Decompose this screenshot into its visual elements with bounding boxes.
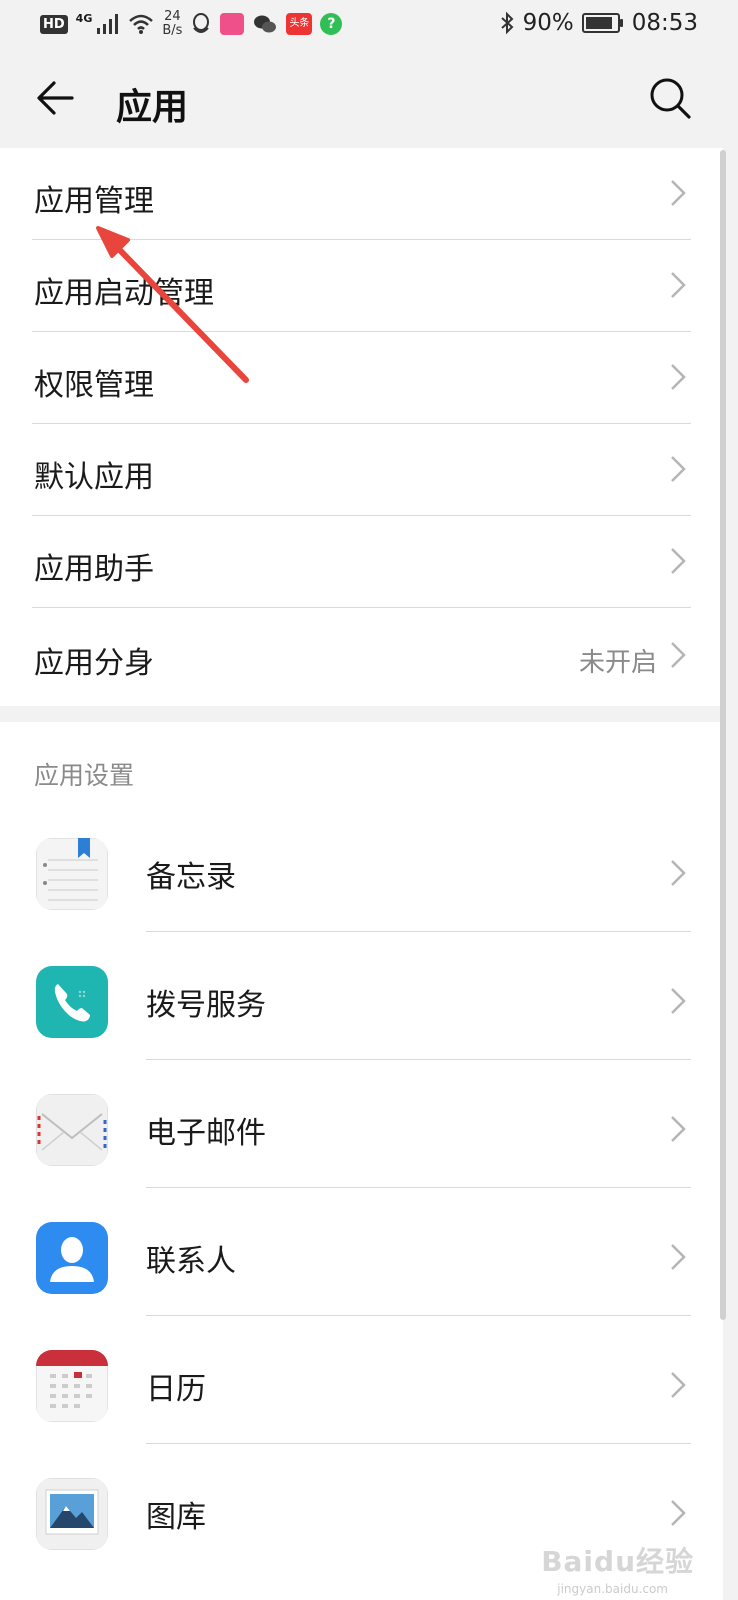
- status-bar: HD 4G 24 B/s 头条 ? 90% 08:53: [0, 0, 738, 52]
- signal-icon: [97, 14, 119, 34]
- chevron-right-icon: [671, 180, 686, 206]
- menu-item-app-management[interactable]: 应用管理: [0, 148, 723, 240]
- menu-item-permission-management[interactable]: 权限管理: [0, 332, 723, 424]
- app-row-dialer[interactable]: 拨号服务: [0, 932, 723, 1060]
- speed-unit: B/s: [162, 23, 183, 38]
- menu-item-app-assistant[interactable]: 应用助手: [0, 516, 723, 608]
- phone-icon: [36, 966, 108, 1038]
- bluetooth-icon: [500, 11, 514, 35]
- app-name: 备忘录: [146, 860, 236, 895]
- menu-item-label: 应用助手: [34, 552, 154, 587]
- network-type: 4G: [75, 11, 93, 25]
- app-name: 电子邮件: [146, 1116, 266, 1151]
- app-name: 日历: [146, 1372, 206, 1407]
- search-icon[interactable]: [646, 74, 694, 122]
- news-app-icon: 头条: [286, 13, 313, 35]
- chevron-right-icon: [671, 364, 686, 390]
- app-name: 拨号服务: [146, 988, 266, 1023]
- speed-value: 24: [164, 9, 181, 24]
- email-icon: [36, 1094, 108, 1166]
- app-settings-card: 应用设置 备忘录 拨号服务 电子邮件 联系人 日历 图库: [0, 722, 723, 1600]
- chevron-right-icon: [671, 1500, 686, 1526]
- clock: 08:53: [631, 10, 698, 36]
- wechat-icon: [254, 15, 277, 33]
- app-menu-card: 应用管理 应用启动管理 权限管理 默认应用 应用助手 应用分身 未开启: [0, 148, 723, 706]
- app-twin-status: 未开启: [578, 648, 657, 678]
- chevron-right-icon: [671, 548, 686, 574]
- app-row-calendar[interactable]: 日历: [0, 1316, 723, 1444]
- menu-item-label: 应用启动管理: [34, 276, 214, 311]
- chevron-right-icon: [671, 1244, 686, 1270]
- calendar-icon: [36, 1350, 108, 1422]
- battery-icon: [581, 13, 623, 33]
- scrollbar[interactable]: [720, 150, 726, 1320]
- chevron-right-icon: [671, 988, 686, 1014]
- status-left-icons: HD 4G 24 B/s 头条 ?: [40, 10, 343, 38]
- gallery-icon: [36, 1478, 108, 1550]
- app-notification-icon: [220, 13, 245, 35]
- chevron-right-icon: [671, 642, 686, 668]
- menu-item-app-twin[interactable]: 应用分身 未开启: [0, 610, 723, 702]
- chevron-right-icon: [671, 272, 686, 298]
- menu-item-label: 应用管理: [34, 184, 154, 219]
- contacts-icon: [36, 1222, 108, 1294]
- menu-item-default-apps[interactable]: 默认应用: [0, 424, 723, 516]
- watermark-url: jingyan.baidu.com: [557, 1582, 668, 1596]
- app-bar: 应用: [0, 52, 738, 148]
- app-name: 联系人: [146, 1244, 236, 1279]
- menu-item-label: 默认应用: [34, 460, 154, 495]
- page-title: 应用: [116, 87, 189, 128]
- app-name: 图库: [146, 1500, 206, 1535]
- chevron-right-icon: [671, 1116, 686, 1142]
- wifi-icon: [129, 14, 154, 34]
- app-row-contacts[interactable]: 联系人: [0, 1188, 723, 1316]
- help-app-icon: ?: [320, 13, 343, 35]
- menu-item-label: 权限管理: [34, 368, 154, 403]
- app-row-email[interactable]: 电子邮件: [0, 1060, 723, 1188]
- notepad-icon: [36, 838, 108, 910]
- chevron-right-icon: [671, 456, 686, 482]
- network-speed: 24 B/s: [162, 10, 182, 38]
- menu-item-label: 应用分身: [34, 646, 154, 681]
- hd-badge: HD: [40, 14, 68, 34]
- chevron-right-icon: [671, 860, 686, 886]
- status-right-icons: 90% 08:53: [499, 10, 698, 36]
- chevron-right-icon: [671, 1372, 686, 1398]
- divider: [32, 607, 691, 608]
- app-row-notepad[interactable]: 备忘录: [0, 804, 723, 932]
- section-header: 应用设置: [34, 761, 135, 790]
- watermark: Baidu经验: [541, 1545, 694, 1578]
- battery-percent: 90%: [522, 10, 574, 36]
- arrow-left-icon[interactable]: [32, 74, 80, 122]
- qq-icon: [193, 13, 210, 33]
- menu-item-startup-management[interactable]: 应用启动管理: [0, 240, 723, 332]
